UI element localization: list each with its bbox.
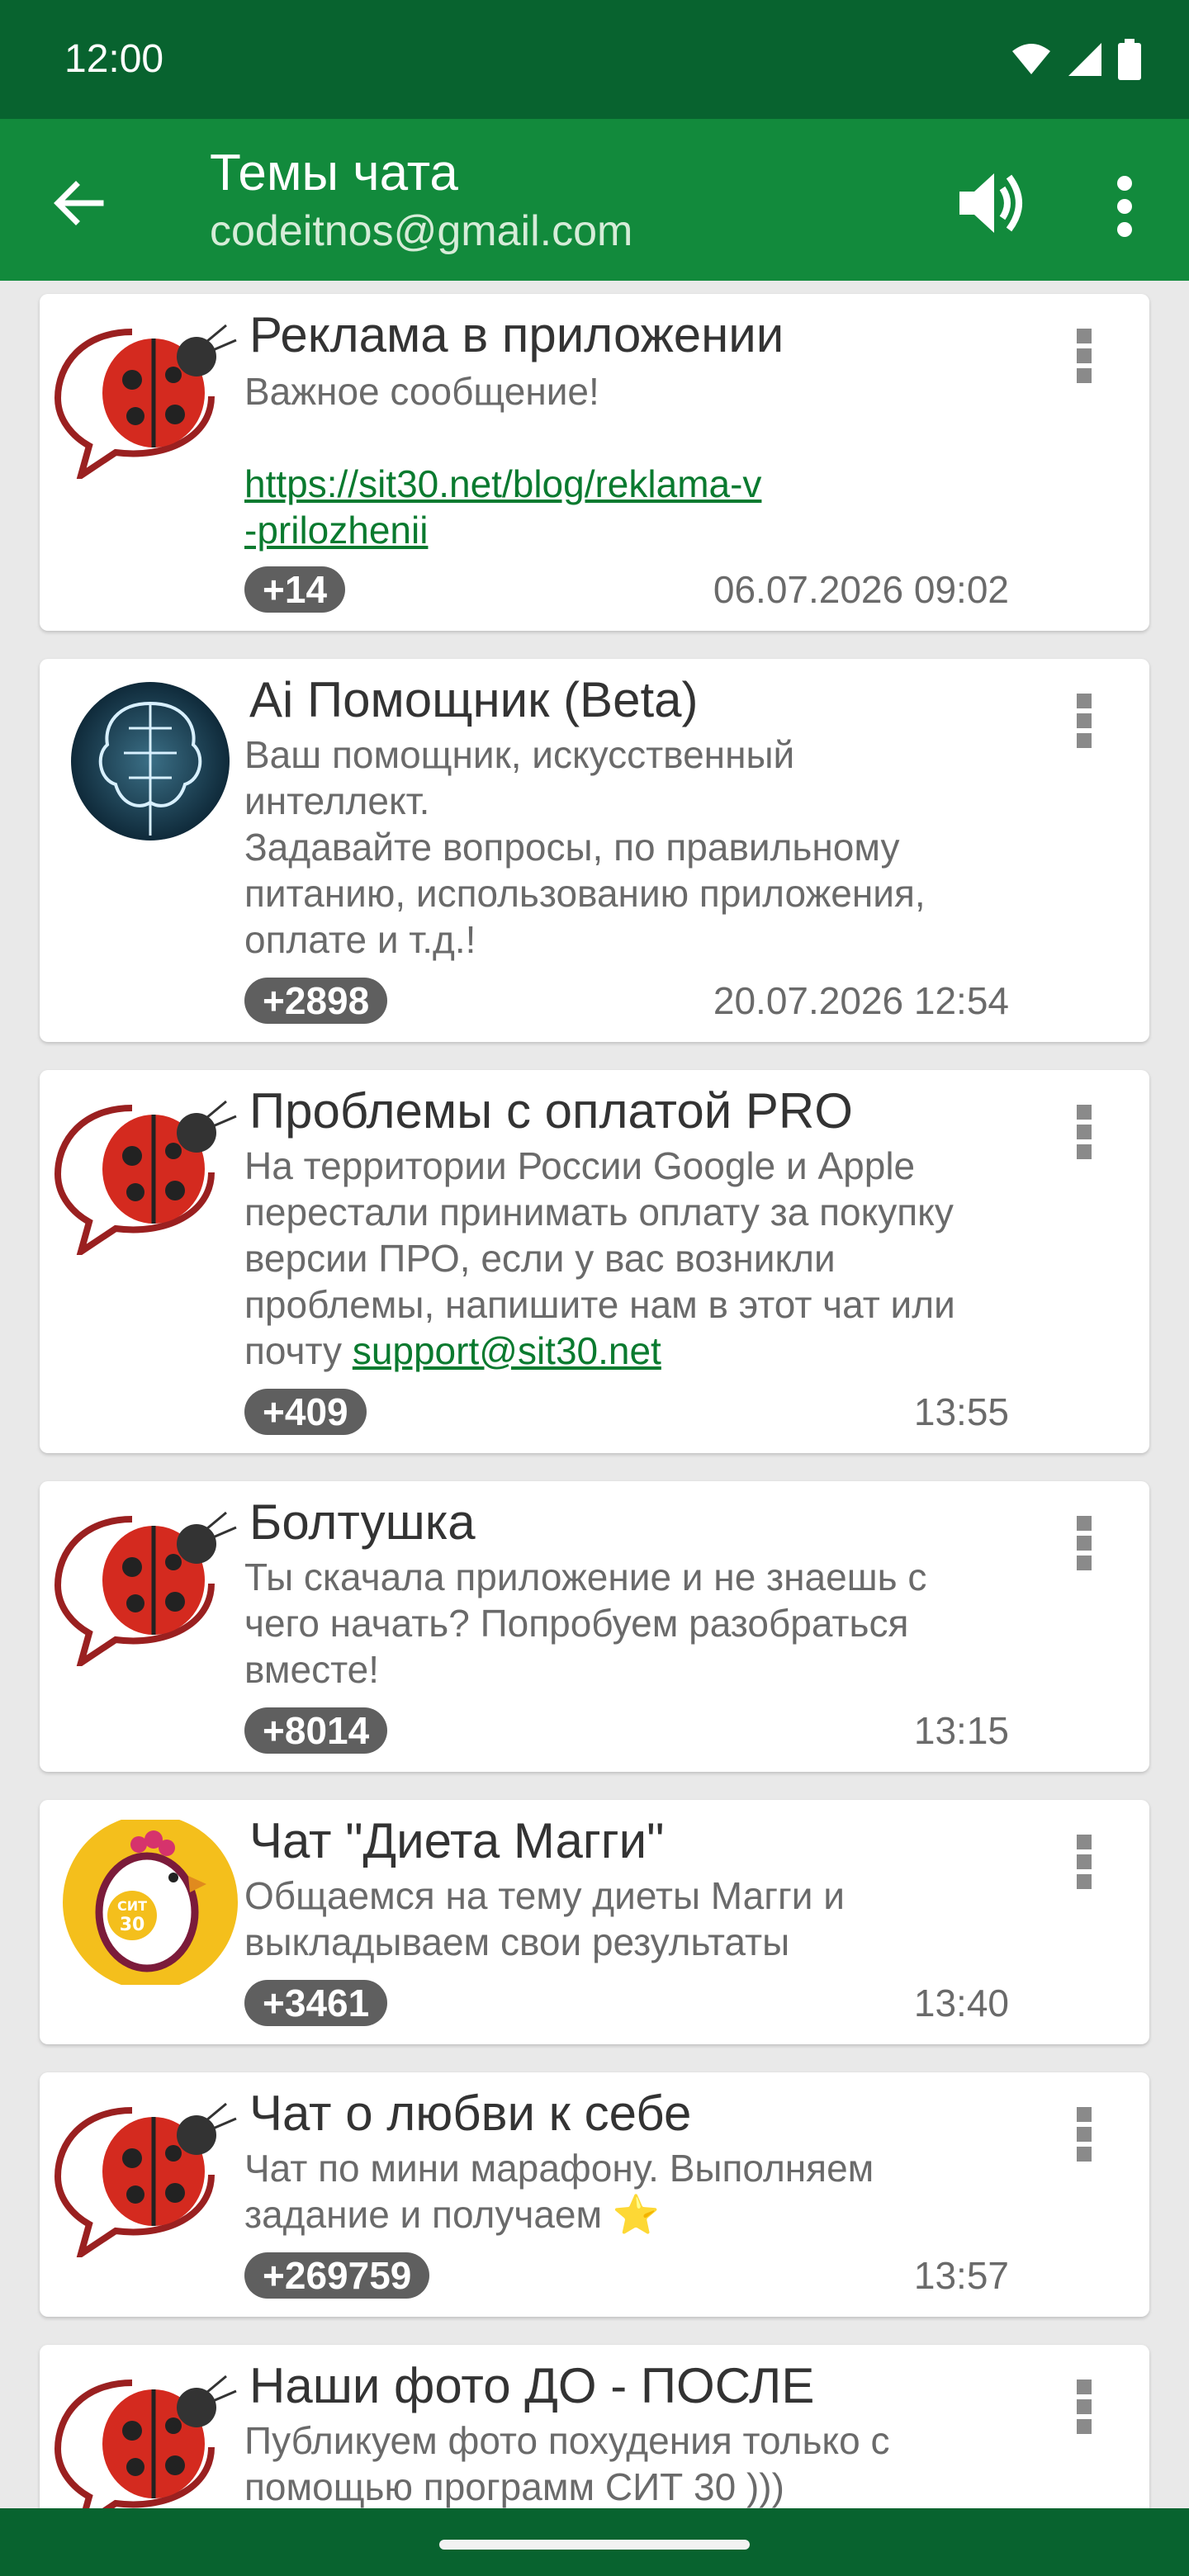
- volume-icon: [959, 173, 1022, 233]
- chat-card[interactable]: Проблемы с оплатой PRO На территории Рос…: [40, 1070, 1149, 1453]
- support-email-link[interactable]: support@sit30.net: [353, 1329, 661, 1372]
- svg-text:СИТ: СИТ: [117, 1898, 147, 1914]
- description-line: На территории России Google и Apple: [244, 1144, 916, 1187]
- chat-title: Болтушка: [249, 1494, 476, 1550]
- home-gesture-handle[interactable]: [439, 2540, 750, 2550]
- chat-title: Проблемы с оплатой PRO: [249, 1083, 853, 1139]
- description-line: [244, 414, 1021, 461]
- description-line: помощью программ СИТ 30 ))): [244, 2465, 784, 2508]
- chat-title: Ai Помощник (Beta): [249, 672, 699, 727]
- description-line: Чат по мини марафону. Выполняем: [244, 2147, 874, 2190]
- chat-description: Публикуем фото похудения только с помощь…: [244, 2417, 1021, 2510]
- chat-description: На территории России Google и Apple пере…: [244, 1143, 1021, 1374]
- unread-badge: +269759: [244, 2252, 430, 2299]
- description-line: Ваш помощник, искусственный: [244, 733, 795, 776]
- card-menu-button[interactable]: [1063, 2102, 1105, 2176]
- card-menu-button[interactable]: [1063, 1100, 1105, 1174]
- blog-link[interactable]: https://sit30.net/blog/reklama-v: [244, 461, 1021, 507]
- unread-badge: +409: [244, 1389, 367, 1435]
- description-line: вместе!: [244, 1648, 380, 1691]
- chat-timestamp: 13:57: [913, 2254, 1009, 2297]
- chat-card[interactable]: Реклама в приложении Важное сообщение! h…: [40, 294, 1149, 631]
- description-line: оплате и т.д.!: [244, 918, 476, 961]
- page-title: Темы чата: [210, 144, 458, 201]
- chat-card[interactable]: Болтушка Ты скачала приложение и не знае…: [40, 1481, 1149, 1772]
- wifi-icon: [1012, 44, 1050, 74]
- chat-timestamp: 06.07.2026 09:02: [713, 568, 1009, 611]
- description-line: Общаемся на тему диеты Магги и: [244, 1874, 845, 1917]
- link-line[interactable]: https://sit30.net/blog/reklama-v: [244, 462, 761, 505]
- chat-card[interactable]: Ai Помощник (Beta) Ваш помощник, искусст…: [40, 659, 1149, 1042]
- description-line: перестали принимать оплату за покупку: [244, 1191, 954, 1234]
- description-line: Важное сообщение!: [244, 370, 599, 413]
- description-line: почту support@sit30.net: [244, 1328, 1021, 1374]
- more-vertical-icon: [1117, 176, 1132, 237]
- status-bar: 12:00: [0, 0, 1189, 119]
- chat-description: Ты скачала приложение и не знаешь с чего…: [244, 1554, 1021, 1693]
- ai-brain-icon: [50, 679, 244, 844]
- blog-link-continued[interactable]: -prilozhenii: [244, 507, 1021, 553]
- app-bar: Темы чата codeitnos@gmail.com: [0, 119, 1189, 281]
- status-icons: [1011, 38, 1141, 81]
- unread-badge: +3461: [244, 1980, 388, 2026]
- chat-card[interactable]: Наши фото ДО - ПОСЛЕ Публикуем фото поху…: [40, 2345, 1149, 2510]
- sit30-chicken-icon: СИТ 30: [50, 1815, 244, 1990]
- description-line: версии ПРО, если у вас возникли: [244, 1237, 836, 1280]
- chat-title: Чат о любви к себе: [249, 2086, 692, 2141]
- chat-card[interactable]: СИТ 30 Чат "Диета Магги" Общаемся на тем…: [40, 1800, 1149, 2044]
- description-line: интеллект.: [244, 779, 430, 822]
- ladybug-speech-bubble-icon: [50, 2365, 244, 2510]
- unread-badge: +2898: [244, 978, 388, 1024]
- chat-description: Важное сообщение! https://sit30.net/blog…: [244, 368, 1021, 553]
- ladybug-speech-bubble-icon: [50, 314, 244, 484]
- system-navigation-bar: [0, 2508, 1189, 2576]
- description-line: выкладываем свои результаты: [244, 1920, 790, 1963]
- back-button[interactable]: [46, 170, 112, 236]
- chat-timestamp: 20.07.2026 12:54: [713, 979, 1009, 1022]
- chat-timestamp: 13:55: [913, 1390, 1009, 1433]
- description-line: Ты скачала приложение и не знаешь с: [244, 1556, 927, 1598]
- chat-topic-list[interactable]: Реклама в приложении Важное сообщение! h…: [0, 281, 1189, 2510]
- ladybug-speech-bubble-icon: [50, 1090, 244, 1260]
- chat-title: Чат "Диета Магги": [249, 1813, 665, 1868]
- card-menu-button[interactable]: [1063, 689, 1105, 763]
- signal-icon: [1068, 43, 1101, 76]
- chat-title: Наши фото ДО - ПОСЛЕ: [249, 2358, 815, 2413]
- description-text: почту: [244, 1329, 353, 1372]
- account-email: codeitnos@gmail.com: [210, 207, 633, 255]
- status-time: 12:00: [64, 37, 164, 81]
- svg-text:30: 30: [120, 1915, 145, 1935]
- unread-badge: +8014: [244, 1707, 388, 1754]
- overflow-menu-button[interactable]: [1098, 165, 1151, 248]
- chat-description: Ваш помощник, искусственный интеллект. З…: [244, 732, 1021, 963]
- chat-description: Чат по мини марафону. Выполняем задание …: [244, 2145, 1021, 2237]
- chat-timestamp: 13:40: [913, 1982, 1009, 2024]
- sound-button[interactable]: [950, 162, 1032, 244]
- card-menu-button[interactable]: [1063, 1511, 1105, 1585]
- chat-description: Общаемся на тему диеты Магги и выкладыва…: [244, 1873, 1021, 1965]
- chat-card[interactable]: Чат о любви к себе Чат по мини марафону.…: [40, 2072, 1149, 2317]
- description-line: задание и получаем ⭐: [244, 2193, 661, 2236]
- unread-badge: +14: [244, 566, 346, 613]
- chat-title: Реклама в приложении: [249, 307, 784, 362]
- card-menu-button[interactable]: [1063, 1830, 1105, 1904]
- description-line: Задавайте вопросы, по правильному: [244, 826, 900, 869]
- description-line: проблемы, напишите нам в этот чат или: [244, 1283, 955, 1326]
- arrow-left-icon: [54, 181, 104, 225]
- description-line: чего начать? Попробуем разобраться: [244, 1602, 909, 1645]
- description-line: питанию, использованию приложения,: [244, 872, 926, 915]
- card-menu-button[interactable]: [1063, 324, 1105, 398]
- chat-timestamp: 13:15: [913, 1709, 1009, 1752]
- battery-icon: [1118, 39, 1141, 80]
- card-menu-button[interactable]: [1063, 2375, 1105, 2449]
- description-line: Публикуем фото похудения только с: [244, 2419, 890, 2462]
- ladybug-speech-bubble-icon: [50, 1501, 244, 1671]
- link-line[interactable]: -prilozhenii: [244, 509, 428, 552]
- ladybug-speech-bubble-icon: [50, 2092, 244, 2262]
